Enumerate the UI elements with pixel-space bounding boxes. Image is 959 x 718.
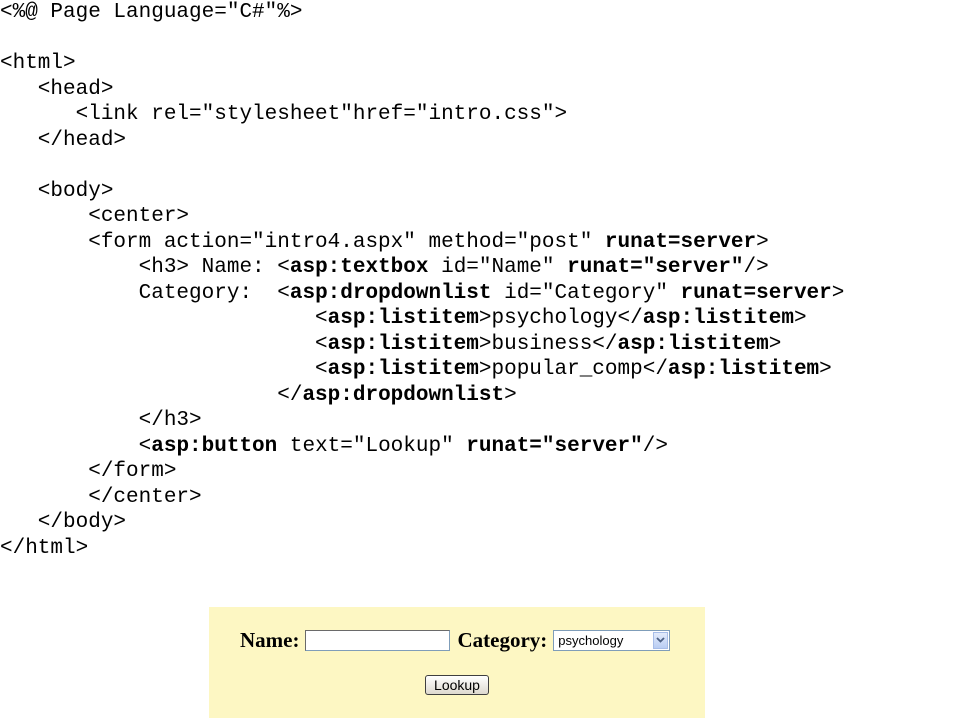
code-text: <html> [0,52,76,75]
code-text: > [504,383,517,407]
code-keyword: asp:textbox [289,256,429,279]
code-line: </head> [0,128,959,154]
code-line: <asp:listitem>psychology</asp:listitem> [0,306,959,332]
category-selected-value: psychology [558,632,624,648]
code-text: </head> [0,128,127,152]
name-label: Name: [240,627,300,652]
code-text: <body> [0,179,114,203]
code-line: <asp:listitem>popular_comp</asp:listitem… [0,357,959,383]
chevron-down-icon-glyph [656,637,665,643]
code-text: <link rel="stylesheet"href="intro.css"> [0,103,568,126]
code-line: Category: <asp:dropdownlist id="Category… [0,281,959,307]
lookup-button[interactable]: Lookup [425,675,489,695]
code-text: > [768,332,782,356]
code-text: <h3> Name: < [0,256,290,279]
code-text: id="Category" [491,281,681,305]
code-text: /> [743,256,769,279]
code-text: </form> [0,460,177,483]
category-label: Category: [457,627,548,652]
code-text: </body> [0,511,127,534]
code-keyword: asp:listitem [617,332,769,356]
code-text: > [819,358,832,381]
code-line: <asp:listitem>business</asp:listitem> [0,332,959,358]
code-text: <center> [0,205,190,228]
code-line: </html> [0,536,959,562]
code-keyword: asp:dropdownlist [302,383,505,407]
code-line: </asp:dropdownlist> [0,383,959,409]
code-text: /> [642,434,668,458]
code-text: </html> [0,536,89,560]
code-line: <link rel="stylesheet"href="intro.css"> [0,102,959,128]
code-text: > [831,281,845,305]
code-line: </body> [0,510,959,536]
code-text: > [756,230,769,254]
code-text: >popular_comp</ [478,358,668,381]
code-text: </h3> [0,409,202,432]
chevron-down-icon[interactable] [653,631,669,649]
code-line: </form> [0,459,959,485]
code-line: <body> [0,179,959,205]
code-text: Category: < [0,281,290,305]
name-input[interactable] [305,629,451,651]
code-text: >business</ [478,332,618,356]
code-line: <h3> Name: <asp:textbox id="Name" runat=… [0,255,959,281]
code-line: <html> [0,51,959,77]
code-keyword: runat=server [604,230,757,254]
code-text: </center> [0,485,202,509]
code-text: <form action="intro4.aspx" method="post" [0,230,605,254]
code-keyword: asp:listitem [642,307,794,330]
code-keyword: asp:listitem [667,358,820,381]
code-line: </center> [0,485,959,511]
code-keyword: asp:button [151,434,278,458]
code-line: <head> [0,77,959,103]
code-text: text="Lookup" [277,434,467,458]
code-keyword: runat=server [680,281,832,305]
form-row: Name: Category: psychology [240,627,671,653]
code-line: <form action="intro4.aspx" method="post"… [0,230,959,256]
code-text: < [0,358,328,381]
code-text: > [793,307,807,330]
code-line: <%@ Page Language="C#"%> [0,0,959,26]
code-text: <head> [0,77,114,101]
rendered-form-preview: Name: Category: psychology Lookup [209,607,705,718]
code-keyword: asp:listitem [327,358,479,381]
code-text: >psychology</ [478,307,643,330]
code-text: <%@ Page Language="C#"%> [0,1,303,24]
code-text: < [0,332,328,356]
code-line: <center> [0,204,959,230]
code-keyword: asp:listitem [327,307,479,330]
code-keyword: asp:listitem [327,332,479,356]
code-keyword: runat="server" [567,256,744,279]
code-keyword: runat="server" [466,434,643,458]
code-listing: <%@ Page Language="C#"%> <html> <head> <l… [0,0,959,561]
code-text: id="Name" [428,256,568,279]
code-line: <asp:button text="Lookup" runat="server"… [0,434,959,460]
code-text: < [0,307,328,330]
category-dropdown[interactable]: psychology [553,629,671,651]
code-line: </h3> [0,408,959,434]
code-text: < [0,434,152,458]
code-keyword: asp:dropdownlist [289,281,492,305]
code-text: </ [0,383,303,407]
